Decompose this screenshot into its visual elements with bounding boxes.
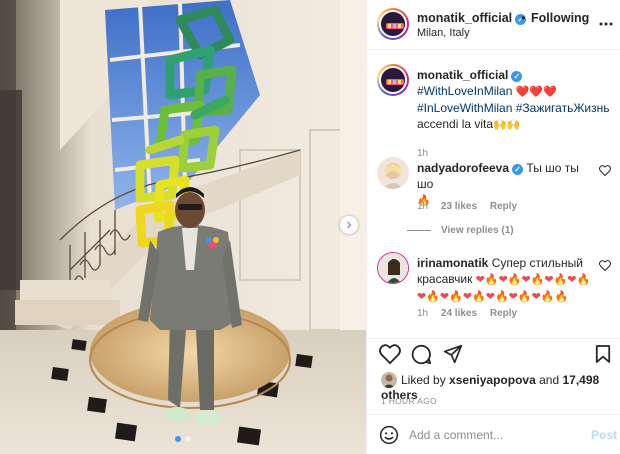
carousel-indicator <box>0 436 366 442</box>
avatar-image <box>381 12 405 36</box>
hashtag-link[interactable]: #ЗажигатьЖизнь <box>516 101 610 115</box>
comment-time[interactable]: 1h <box>417 201 428 212</box>
comment-likes-count[interactable]: 23 likes <box>441 201 477 212</box>
comment-text: irinamonatik Супер стильный красавчик ❤🔥… <box>417 255 595 305</box>
post-timestamp[interactable]: 1 HOUR AGO <box>381 396 437 406</box>
post-details-panel: monatik_official ✓ • Following Milan, Ita… <box>366 0 620 454</box>
post-photo[interactable] <box>0 0 366 454</box>
view-replies-label[interactable]: View replies (1) <box>441 225 514 236</box>
comment-meta: 1h 23 likes Reply <box>417 201 527 212</box>
commenter-avatar[interactable] <box>377 157 409 189</box>
emoji-smiley-icon[interactable] <box>379 425 399 448</box>
comment-time[interactable]: 1h <box>417 308 428 319</box>
post-header: monatik_official ✓ • Following Milan, Ita… <box>367 0 620 50</box>
more-horizontal-icon[interactable] <box>599 15 613 29</box>
liked-by-prefix: Liked by <box>401 373 446 387</box>
author-avatar[interactable] <box>377 8 409 40</box>
reply-button[interactable]: Reply <box>490 201 517 212</box>
comment-meta: 1h 24 likes Reply <box>417 308 527 319</box>
post-comment-button[interactable]: Post <box>591 428 617 442</box>
chevron-right-icon <box>347 221 352 229</box>
comment-like-heart-icon[interactable] <box>599 260 611 274</box>
add-comment-bar: Post <box>367 414 620 454</box>
avatar-image <box>377 157 409 189</box>
hashtag-link[interactable]: #InLoveWithMilan <box>417 101 512 115</box>
comment-likes-count[interactable]: 24 likes <box>441 308 477 319</box>
reply-button[interactable]: Reply <box>490 308 517 319</box>
carousel-dot-active <box>175 436 181 442</box>
verified-badge-icon: ✓ <box>512 164 524 175</box>
like-heart-icon[interactable] <box>379 344 401 367</box>
comment-like-heart-icon[interactable] <box>599 165 611 179</box>
caption-username[interactable]: monatik_official <box>417 68 508 82</box>
comment-username[interactable]: nadyadorofeeva <box>417 161 509 175</box>
caption-plain-text: accendi la vita <box>417 117 494 131</box>
liked-by-conj: and <box>539 373 560 387</box>
post-location[interactable]: Milan, Italy <box>417 27 470 39</box>
caption-text: monatik_official ✓ #WithLoveInMilan ❤️❤️❤… <box>417 67 617 133</box>
header-separator: • <box>521 11 526 25</box>
author-username[interactable]: monatik_official ✓ <box>417 11 527 25</box>
verified-badge-icon: ✓ <box>511 71 523 82</box>
comments-list[interactable]: monatik_official ✓ #WithLoveInMilan ❤️❤️❤… <box>367 51 620 338</box>
caption-author-avatar[interactable] <box>377 64 409 96</box>
bookmark-save-icon[interactable] <box>595 344 611 367</box>
following-button[interactable]: Following <box>531 11 589 25</box>
comment-bubble-icon[interactable] <box>411 344 432 368</box>
comment-username[interactable]: irinamonatik <box>417 256 488 270</box>
author-username-text[interactable]: monatik_official <box>417 11 512 25</box>
liker-username[interactable]: xseniyapopova <box>449 373 536 387</box>
carousel-dot <box>185 436 191 442</box>
hashtag-link[interactable]: #WithLoveInMilan <box>417 84 512 98</box>
view-replies-line <box>407 229 431 231</box>
post-image <box>0 0 366 454</box>
share-paper-plane-icon[interactable] <box>443 344 463 367</box>
commenter-avatar[interactable] <box>377 252 409 284</box>
avatar-image <box>378 253 408 283</box>
comment-item: irinamonatik Супер стильный красавчик ❤🔥… <box>377 252 611 332</box>
carousel-next-button[interactable] <box>340 216 358 234</box>
caption-emoji: 🙌🙌 <box>493 119 521 131</box>
caption-emoji: ❤️❤️❤️ <box>515 86 557 98</box>
view-replies-button[interactable]: View replies (1) <box>407 225 514 236</box>
add-comment-input[interactable] <box>409 425 579 445</box>
avatar-image <box>381 68 405 92</box>
liker-avatar[interactable] <box>381 372 397 388</box>
post-caption: monatik_official ✓ #WithLoveInMilan ❤️❤️❤… <box>377 64 611 159</box>
